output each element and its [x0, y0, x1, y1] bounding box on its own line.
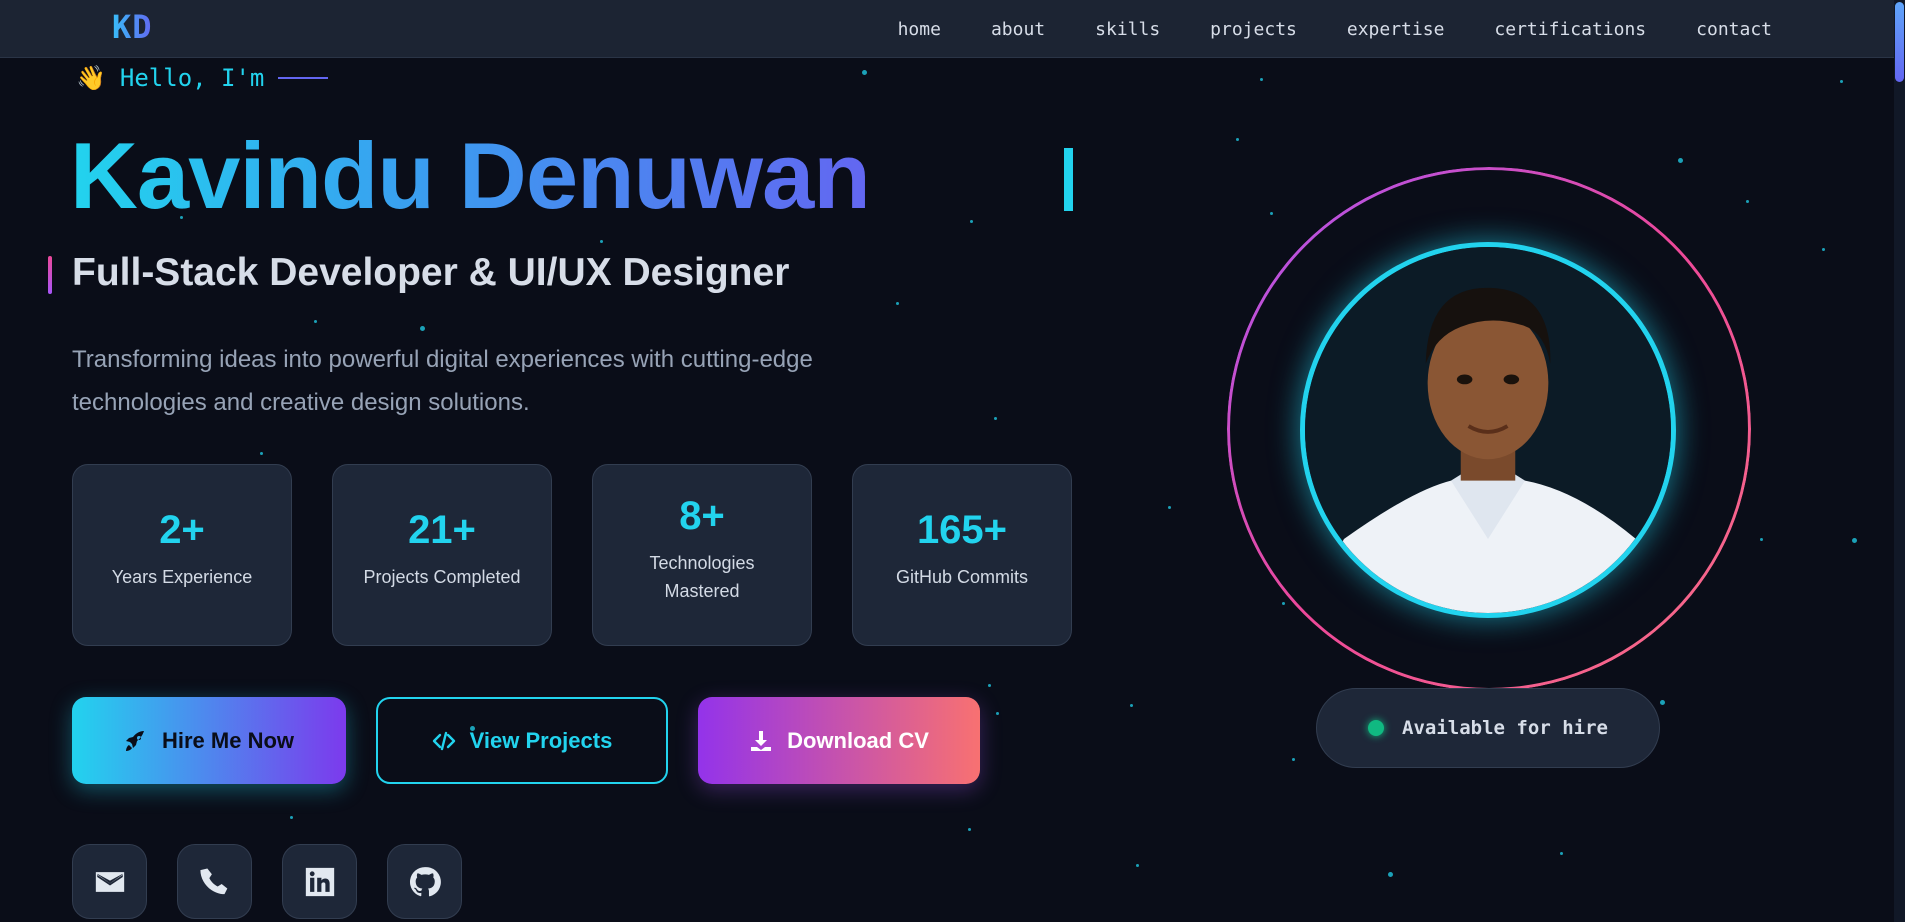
github-icon — [409, 866, 441, 896]
star-dot — [600, 240, 603, 243]
site-logo[interactable]: KD — [112, 8, 153, 46]
greeting-text: Hello, I'm — [119, 64, 265, 92]
nav-link-projects[interactable]: projects — [1210, 19, 1297, 40]
star-dot — [314, 320, 317, 323]
star-dot — [1852, 538, 1857, 543]
star-dot — [260, 452, 263, 455]
email-link[interactable] — [72, 844, 147, 919]
page-scrollbar[interactable] — [1894, 0, 1905, 922]
hero-subtitle: Full-Stack Developer & UI/UX Designer — [72, 251, 790, 294]
hire-me-button[interactable]: Hire Me Now — [72, 697, 346, 784]
star-dot — [420, 326, 425, 331]
star-dot — [970, 220, 973, 223]
greeting: 👋 Hello, I'm — [76, 64, 329, 92]
nav-link-expertise[interactable]: expertise — [1347, 19, 1445, 40]
linkedin-link[interactable] — [282, 844, 357, 919]
star-dot — [1660, 700, 1665, 705]
star-dot — [1130, 704, 1133, 707]
stat-card-commits: 165+ GitHub Commits — [852, 464, 1072, 646]
stat-label: GitHub Commits — [895, 566, 1029, 587]
star-dot — [1270, 212, 1273, 215]
star-dot — [1292, 758, 1295, 761]
rocket-icon — [125, 730, 144, 751]
star-dot — [1678, 158, 1683, 163]
star-dot — [1746, 200, 1749, 203]
star-dot — [1822, 248, 1825, 251]
star-dot — [1760, 538, 1763, 541]
nav-link-certifications[interactable]: certifications — [1494, 19, 1646, 40]
star-dot — [1840, 80, 1843, 83]
status-dot-icon — [1368, 720, 1385, 736]
download-icon — [751, 730, 772, 751]
email-icon — [95, 871, 124, 892]
star-dot — [862, 70, 867, 75]
hero-description: Transforming ideas into powerful digital… — [72, 346, 813, 416]
nav-link-skills[interactable]: skills — [1095, 19, 1160, 40]
star-dot — [994, 417, 997, 420]
nav-links: home about skills projects expertise cer… — [898, 0, 1772, 58]
stat-value: 2+ — [159, 507, 205, 552]
stat-card-experience: 2+ Years Experience — [72, 464, 292, 646]
stat-label: Technologies Mastered — [649, 552, 755, 601]
star-dot — [1282, 602, 1285, 605]
download-cv-button[interactable]: Download CV — [698, 697, 980, 784]
greeting-divider — [278, 77, 329, 79]
hire-me-label: Hire Me Now — [161, 727, 295, 753]
linkedin-icon — [305, 867, 334, 896]
availability-text: Available for hire — [1402, 717, 1608, 739]
phone-link[interactable] — [177, 844, 252, 919]
download-cv-label: Download CV — [787, 727, 929, 753]
view-projects-button[interactable]: View Projects — [376, 697, 668, 784]
subtitle-accent-bar — [48, 256, 52, 294]
profile-photo — [1300, 242, 1676, 618]
hero-name: Kavindu Denuwan — [70, 123, 871, 228]
phone-icon — [199, 868, 227, 894]
stats-row: 2+ Years Experience 21+ Projects Complet… — [72, 464, 1072, 646]
cta-buttons: Hire Me Now View Projects Download CV — [72, 697, 980, 784]
stat-card-technologies: 8+ Technologies Mastered — [592, 464, 812, 646]
star-dot — [988, 684, 991, 687]
scrollbar-thumb[interactable] — [1895, 2, 1904, 82]
availability-badge: Available for hire — [1316, 688, 1660, 768]
star-dot — [1388, 872, 1393, 877]
github-link[interactable] — [387, 844, 462, 919]
code-icon — [432, 731, 455, 750]
stat-value: 21+ — [408, 507, 476, 552]
nav-link-about[interactable]: about — [991, 19, 1045, 40]
star-dot — [1236, 138, 1239, 141]
star-dot — [290, 816, 293, 819]
star-dot — [1560, 852, 1563, 855]
star-dot — [896, 302, 899, 305]
nav-link-contact[interactable]: contact — [1696, 19, 1772, 40]
star-dot — [996, 712, 999, 715]
star-dot — [1260, 78, 1263, 81]
stat-value: 165+ — [916, 507, 1008, 552]
stat-card-projects: 21+ Projects Completed — [332, 464, 552, 646]
view-projects-label: View Projects — [469, 727, 613, 753]
stat-label: Years Experience — [111, 566, 253, 587]
stat-value: 8+ — [679, 493, 725, 538]
star-dot — [1136, 864, 1139, 867]
waving-hand-icon: 👋 — [76, 64, 106, 92]
star-dot — [1168, 506, 1171, 509]
nav-link-home[interactable]: home — [898, 19, 941, 40]
typing-caret — [1064, 148, 1073, 211]
portrait-illustration — [1305, 247, 1671, 613]
star-dot — [968, 828, 971, 831]
top-navbar: KD home about skills projects expertise … — [0, 0, 1894, 58]
stat-label: Projects Completed — [363, 566, 521, 587]
social-links — [72, 844, 462, 919]
